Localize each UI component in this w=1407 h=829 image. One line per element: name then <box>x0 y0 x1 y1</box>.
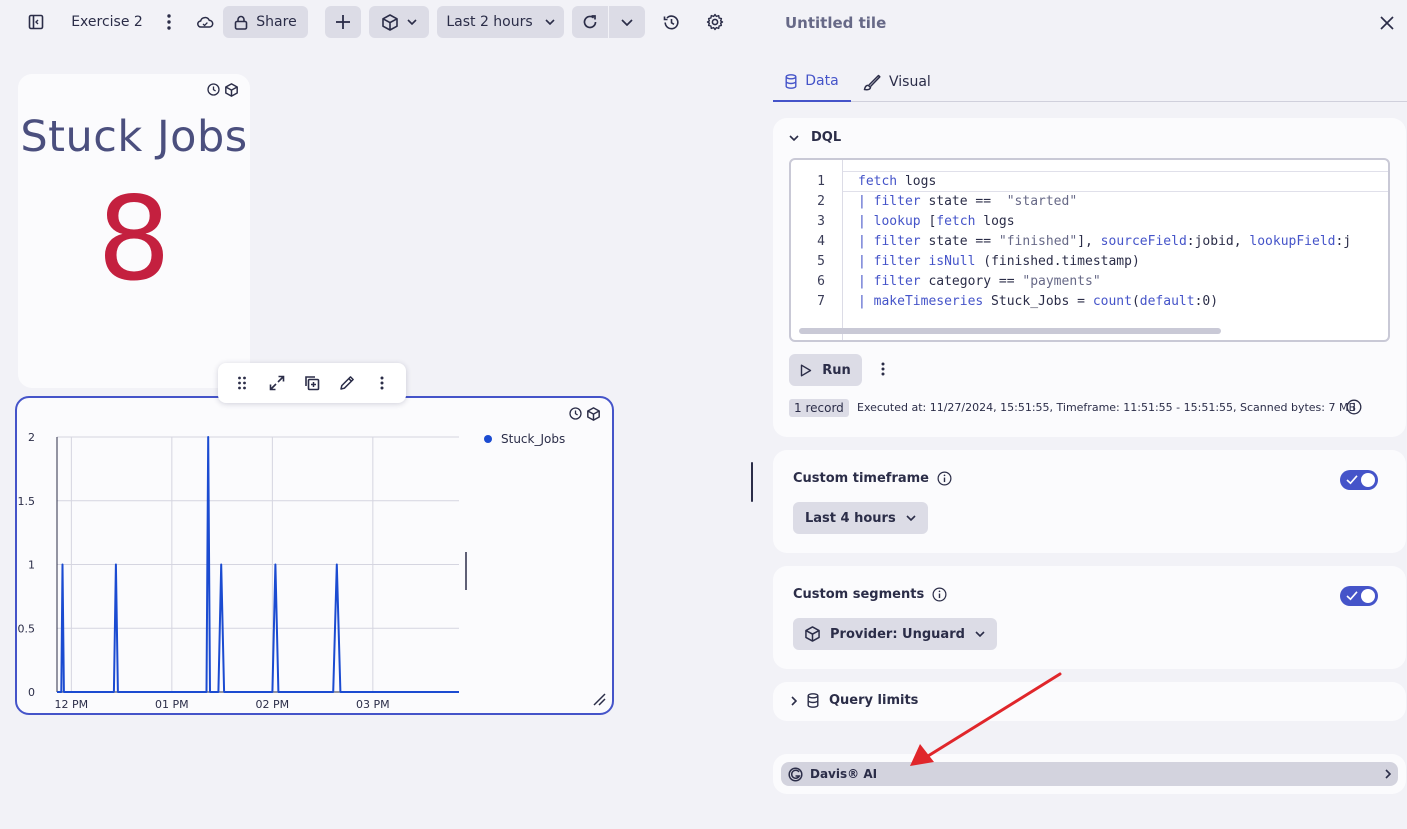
panel-resize-handle[interactable] <box>751 462 753 502</box>
paintbrush-icon <box>863 74 881 90</box>
line-number: 3 <box>817 214 825 229</box>
duplicate-tile-button[interactable] <box>300 371 324 395</box>
play-icon <box>801 364 812 376</box>
custom-segments-label: Custom segments <box>793 587 925 602</box>
dql-section: DQL 1 2 3 4 5 6 7 fetch logs | filter st… <box>773 118 1406 437</box>
chevron-down-icon <box>975 631 985 637</box>
close-icon[interactable] <box>1380 16 1394 30</box>
run-more-options-icon[interactable] <box>881 362 885 376</box>
toggle-knob <box>1361 473 1375 487</box>
check-icon <box>1346 475 1358 485</box>
dql-header-label: DQL <box>811 130 842 145</box>
y-tick-label: 1.5 <box>18 495 36 508</box>
code-line: | lookup [fetch logs <box>858 214 1015 229</box>
chevron-right-icon <box>791 695 797 706</box>
y-tick-label: 0.5 <box>18 622 36 635</box>
query-limits-header: Query limits <box>791 693 918 708</box>
pencil-icon <box>340 376 355 390</box>
chevron-right-icon <box>1385 769 1391 779</box>
cube-icon <box>805 626 820 642</box>
record-count-badge: 1 record <box>789 399 849 417</box>
duplicate-icon <box>305 376 320 391</box>
custom-segments-value: Provider: Unguard <box>830 626 965 642</box>
code-line: | makeTimeseries Stuck_Jobs = count(defa… <box>858 294 1219 309</box>
dql-section-header[interactable]: DQL <box>789 130 841 145</box>
line-number: 5 <box>817 254 825 269</box>
x-tick-label: 03 PM <box>356 698 390 711</box>
custom-segments-section: Custom segments Provider: Unguard <box>773 566 1406 669</box>
x-tick-label: 12 PM <box>55 698 89 711</box>
y-tick-label: 2 <box>28 431 35 444</box>
run-label: Run <box>822 362 851 378</box>
tile-more-button[interactable] <box>370 371 394 395</box>
custom-segments-label-row: Custom segments <box>793 587 947 602</box>
line-number-gutter: 1 2 3 4 5 6 7 <box>791 160 843 340</box>
tab-visual[interactable]: Visual <box>863 62 931 102</box>
chevron-down-icon <box>789 134 799 141</box>
query-limits-section[interactable]: Query limits <box>773 682 1406 721</box>
davis-ai-button[interactable]: Davis® AI <box>781 762 1398 786</box>
info-icon[interactable] <box>1346 399 1362 415</box>
tile-action-bar <box>218 363 406 403</box>
tab-visual-label: Visual <box>889 74 931 90</box>
chevron-down-icon <box>906 515 916 521</box>
drag-tile-button[interactable] <box>230 371 254 395</box>
expand-tile-button[interactable] <box>265 371 289 395</box>
line-number: 1 <box>817 174 825 189</box>
x-axis: 12 PM 01 PM 02 PM 03 PM <box>55 698 390 711</box>
execution-info: Executed at: 11/27/2024, 15:51:55, Timef… <box>857 401 1357 414</box>
legend-label: Stuck_Jobs <box>501 432 566 446</box>
tab-data-label: Data <box>805 73 839 89</box>
y-tick-label: 0 <box>28 686 35 699</box>
query-limits-label: Query limits <box>829 693 919 708</box>
tile-editor-panel: Untitled tile Data Visual DQL 1 2 3 4 5 … <box>756 0 1407 829</box>
expand-icon <box>269 375 285 391</box>
dql-code: fetch logs | filter state == "started" |… <box>858 160 1351 309</box>
custom-segments-select[interactable]: Provider: Unguard <box>793 618 997 650</box>
editor-horizontal-scrollbar[interactable] <box>799 328 1221 334</box>
info-icon[interactable] <box>932 587 947 602</box>
x-tick-label: 02 PM <box>256 698 290 711</box>
code-line: | filter state == "started" <box>858 194 1078 209</box>
edit-tile-button[interactable] <box>335 371 359 395</box>
x-tick-label: 01 PM <box>155 698 189 711</box>
custom-timeframe-label-row: Custom timeframe <box>793 471 952 486</box>
editor-tabs: Data Visual <box>773 62 1407 102</box>
toggle-knob <box>1361 589 1375 603</box>
custom-timeframe-value: Last 4 hours <box>805 510 896 526</box>
more-vertical-icon <box>380 376 384 390</box>
code-line: | filter isNull (finished.timestamp) <box>858 254 1140 269</box>
panel-title: Untitled tile <box>785 14 887 32</box>
y-axis: 0 0.5 1 1.5 2 <box>18 431 36 699</box>
info-icon[interactable] <box>937 471 952 486</box>
database-icon <box>785 73 797 89</box>
code-line: | filter category == "payments" <box>858 274 1101 289</box>
custom-timeframe-label: Custom timeframe <box>793 471 929 486</box>
line-number: 2 <box>817 194 825 209</box>
tab-data[interactable]: Data <box>773 62 851 102</box>
davis-ai-section: Davis® AI <box>773 754 1406 794</box>
custom-segments-toggle[interactable] <box>1340 586 1378 606</box>
chart-legend[interactable]: Stuck_Jobs <box>484 432 565 446</box>
custom-timeframe-toggle[interactable] <box>1340 470 1378 490</box>
davis-logo-icon <box>788 766 803 782</box>
custom-timeframe-section: Custom timeframe Last 4 hours <box>773 450 1406 553</box>
run-query-button[interactable]: Run <box>789 354 862 386</box>
legend-marker <box>484 435 492 443</box>
y-tick-label: 1 <box>28 559 35 572</box>
code-line: fetch logs <box>858 174 937 189</box>
code-line: | filter state == "finished"], sourceFie… <box>858 234 1352 249</box>
davis-ai-label: Davis® AI <box>810 767 878 781</box>
line-number: 6 <box>817 274 825 289</box>
line-number: 7 <box>817 294 825 309</box>
line-chart: 0 0.5 1 1.5 2 12 PM 01 PM 02 PM 03 PM <box>18 431 467 711</box>
line-number: 4 <box>817 234 825 249</box>
custom-timeframe-select[interactable]: Last 4 hours <box>793 502 928 534</box>
database-icon <box>807 693 819 708</box>
dql-editor[interactable]: 1 2 3 4 5 6 7 fetch logs | filter state … <box>789 158 1390 342</box>
drag-handle-icon <box>237 376 246 390</box>
check-icon <box>1346 591 1358 601</box>
